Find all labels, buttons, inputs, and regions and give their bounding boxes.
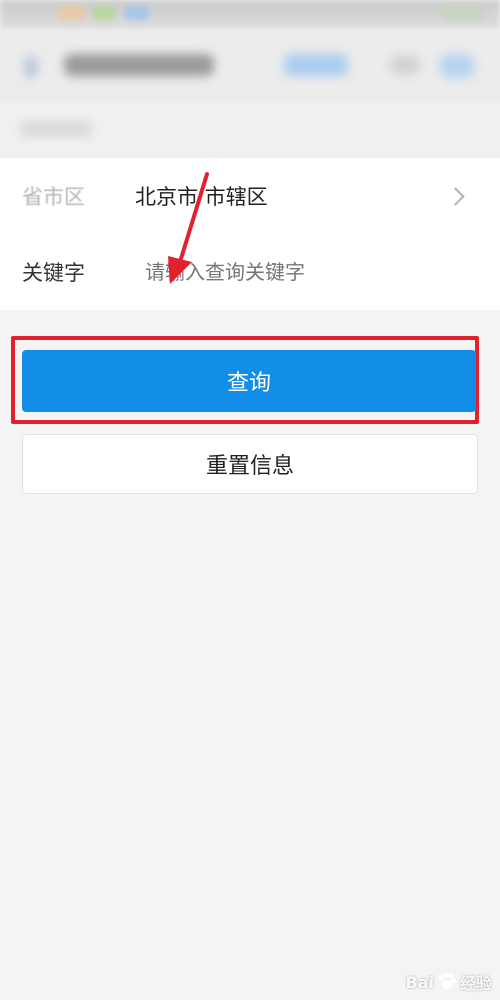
- watermark-text-right: 经验: [459, 974, 492, 993]
- province-selector[interactable]: 省市区 北京市 市辖区: [0, 158, 500, 235]
- query-button[interactable]: 查询: [22, 350, 476, 412]
- header-menu-icon[interactable]: [390, 56, 420, 74]
- section-heading: [0, 102, 500, 158]
- back-icon[interactable]: [24, 56, 38, 78]
- keyword-input[interactable]: [145, 260, 465, 284]
- paw-icon: [438, 972, 457, 990]
- watermark: Bai 经验: [405, 970, 492, 994]
- app-header: [0, 30, 500, 102]
- header-action-button[interactable]: [284, 54, 348, 76]
- chevron-right-icon: [446, 186, 465, 206]
- header-more-icon[interactable]: [440, 54, 474, 78]
- keyword-row: 关键字: [0, 234, 500, 310]
- province-label: 省市区: [22, 185, 85, 209]
- province-value: 北京市 市辖区: [135, 185, 268, 209]
- reset-button[interactable]: 重置信息: [22, 434, 478, 494]
- watermark-text-left: Bai: [405, 972, 434, 992]
- status-bar: [0, 0, 500, 30]
- keyword-label: 关键字: [22, 261, 85, 285]
- header-title: [64, 54, 214, 76]
